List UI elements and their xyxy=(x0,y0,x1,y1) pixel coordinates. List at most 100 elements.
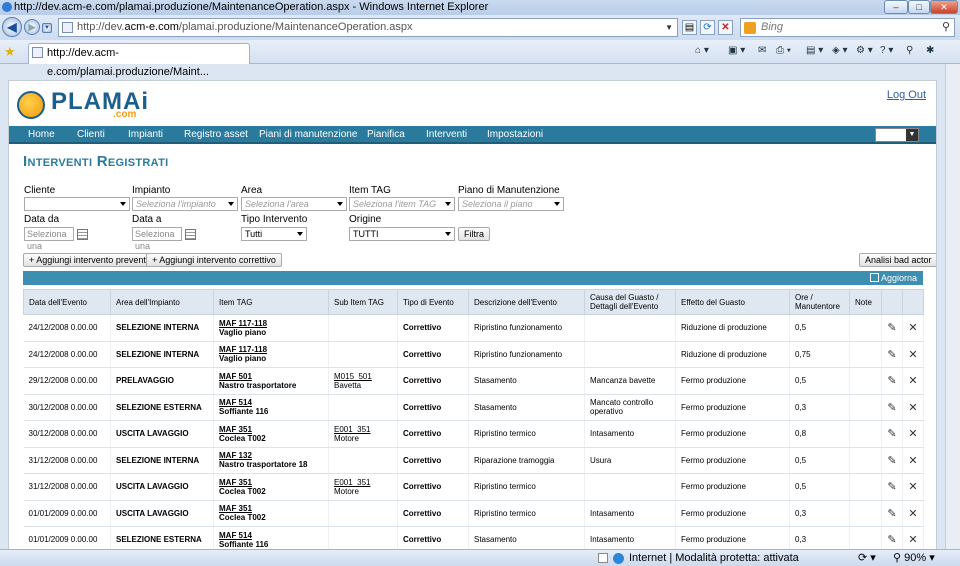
delete-icon[interactable]: ✕ xyxy=(908,534,917,546)
help-icon[interactable]: ? ▾ xyxy=(880,45,893,56)
nav-impianti[interactable]: Impianti xyxy=(128,126,163,144)
address-bar[interactable]: http://dev.acm-e.com/plamai.produzione/M… xyxy=(58,18,678,37)
table-row[interactable]: 24/12/2008 0.00.00 SELEZIONE INTERNA MAF 1… xyxy=(23,314,924,342)
tools-menu-icon[interactable]: ⚙ ▾ xyxy=(856,45,873,56)
nav-piani-manutenzione[interactable]: Piani di manutenzione xyxy=(259,126,357,144)
maximize-button[interactable]: □ xyxy=(908,0,930,14)
impianto-select[interactable]: Seleziona l'impianto xyxy=(132,197,238,211)
nav-pianifica[interactable]: Pianifica xyxy=(367,126,405,144)
favorites-star-icon[interactable]: ★ xyxy=(4,44,16,60)
vertical-scrollbar[interactable] xyxy=(945,64,960,549)
edit-icon[interactable]: ✎ xyxy=(887,322,896,334)
item-tag-select[interactable]: Seleziona l'item TAG xyxy=(349,197,455,211)
stop-icon[interactable]: ✕ xyxy=(718,20,733,35)
column-header[interactable]: Item TAG xyxy=(213,289,329,315)
table-row[interactable]: 31/12/2008 0.00.00 USCITA LAVAGGIO MAF 351… xyxy=(23,473,924,501)
nav-clienti[interactable]: Clienti xyxy=(77,126,105,144)
column-header[interactable]: Note xyxy=(849,289,882,315)
plamai-logo[interactable]: PLAMAi .com xyxy=(15,87,155,123)
print-icon[interactable]: ⎙ ▾ xyxy=(776,45,791,56)
calendar-icon[interactable] xyxy=(185,229,196,240)
area-select[interactable]: Seleziona l'area xyxy=(241,197,347,211)
address-dropdown-icon[interactable]: ▼ xyxy=(665,19,673,36)
back-icon[interactable]: ◀ xyxy=(2,17,22,37)
protected-mode-icon[interactable]: ⟳ ▾ xyxy=(858,550,876,566)
data-da-input[interactable]: Seleziona una xyxy=(24,227,74,251)
page-menu-icon[interactable]: ▤ ▾ xyxy=(806,45,823,56)
filtra-button[interactable]: Filtra xyxy=(458,227,490,241)
forward-icon[interactable]: ▶ xyxy=(24,19,40,35)
history-dropdown-icon[interactable]: ▼ xyxy=(42,23,52,33)
item-tag-link[interactable]: MAF 117-118 xyxy=(219,319,267,328)
bad-actor-button[interactable]: Analisi bad actor xyxy=(859,253,936,267)
minimize-button[interactable]: – xyxy=(884,0,908,14)
table-row[interactable]: 30/12/2008 0.00.00 USCITA LAVAGGIO MAF 351… xyxy=(23,420,924,448)
column-header[interactable]: Data dell'Evento xyxy=(23,289,111,315)
home-icon[interactable]: ⌂ ▾ xyxy=(695,45,709,56)
sub-item-tag-link[interactable]: E001_351 xyxy=(334,425,370,434)
data-a-input[interactable]: Seleziona una xyxy=(132,227,182,251)
delete-icon[interactable]: ✕ xyxy=(908,508,917,520)
research-icon[interactable]: ⚲ xyxy=(906,45,913,56)
table-row[interactable]: 01/01/2009 0.00.00 SELEZIONE ESTERNA MAF 5… xyxy=(23,526,924,549)
edit-icon[interactable]: ✎ xyxy=(887,508,896,520)
item-tag-link[interactable]: MAF 117-118 xyxy=(219,345,267,354)
add-correttivo-button[interactable]: + Aggiungi intervento correttivo xyxy=(146,253,282,267)
edit-icon[interactable]: ✎ xyxy=(887,534,896,546)
item-tag-link[interactable]: MAF 514 xyxy=(219,531,252,540)
sub-item-tag-link[interactable]: E001_351 xyxy=(334,478,370,487)
column-header[interactable]: Effetto del Guasto xyxy=(675,289,790,315)
column-header[interactable]: Ore / Manutentore xyxy=(789,289,850,315)
sub-item-tag-link[interactable]: M015_501 xyxy=(334,372,372,381)
column-header[interactable]: Causa del Guasto / Dettagli dell'Evento xyxy=(584,289,676,315)
edit-icon[interactable]: ✎ xyxy=(887,349,896,361)
delete-icon[interactable]: ✕ xyxy=(908,375,917,387)
column-header[interactable]: Sub Item TAG xyxy=(328,289,398,315)
delete-icon[interactable]: ✕ xyxy=(908,322,917,334)
search-input[interactable]: Bing ⚲ xyxy=(740,18,955,37)
cliente-select[interactable] xyxy=(24,197,130,211)
nav-home[interactable]: Home xyxy=(28,126,55,144)
aggiorna-button[interactable]: Aggiorna xyxy=(869,273,917,283)
item-tag-link[interactable]: MAF 501 xyxy=(219,372,252,381)
nav-interventi[interactable]: Interventi xyxy=(426,126,467,144)
search-icon[interactable]: ⚲ xyxy=(942,19,950,36)
nav-registro-asset[interactable]: Registro asset xyxy=(184,126,248,144)
delete-icon[interactable]: ✕ xyxy=(908,455,917,467)
refresh-icon[interactable]: ⟳ xyxy=(700,20,715,35)
item-tag-link[interactable]: MAF 351 xyxy=(219,504,252,513)
table-row[interactable]: 29/12/2008 0.00.00 PRELAVAGGIO MAF 501 Nast… xyxy=(23,367,924,395)
edit-icon[interactable]: ✎ xyxy=(887,455,896,467)
zoom-control[interactable]: ⚲ 90% ▾ xyxy=(893,550,935,566)
logout-link[interactable]: Log Out xyxy=(887,89,926,101)
edit-icon[interactable]: ✎ xyxy=(887,428,896,440)
compatibility-icon[interactable]: ▤ xyxy=(682,20,697,35)
delete-icon[interactable]: ✕ xyxy=(908,349,917,361)
close-window-button[interactable]: ✕ xyxy=(930,0,958,14)
bluetooth-icon[interactable]: ✱ xyxy=(926,45,934,56)
table-row[interactable]: 30/12/2008 0.00.00 SELEZIONE ESTERNA MAF 5… xyxy=(23,394,924,421)
item-tag-link[interactable]: MAF 351 xyxy=(219,425,252,434)
feeds-icon[interactable]: ▣ ▾ xyxy=(728,45,745,56)
nav-impostazioni[interactable]: Impostazioni xyxy=(487,126,543,144)
delete-icon[interactable]: ✕ xyxy=(908,481,917,493)
delete-icon[interactable]: ✕ xyxy=(908,428,917,440)
column-header[interactable]: Descrizione dell'Evento xyxy=(468,289,585,315)
language-select[interactable]: Italiano ▼ xyxy=(875,128,919,143)
piano-select[interactable]: Seleziona il piano xyxy=(458,197,564,211)
mail-icon[interactable]: ✉ xyxy=(758,45,766,56)
edit-icon[interactable]: ✎ xyxy=(887,402,896,414)
edit-icon[interactable]: ✎ xyxy=(887,375,896,387)
table-row[interactable]: 31/12/2008 0.00.00 SELEZIONE INTERNA MAF 1… xyxy=(23,447,924,474)
tab-current[interactable]: http://dev.acm-e.com/plamai.produzione/M… xyxy=(28,43,250,78)
item-tag-link[interactable]: MAF 351 xyxy=(219,478,252,487)
item-tag-link[interactable]: MAF 132 xyxy=(219,451,252,460)
tipo-intervento-select[interactable]: Tutti xyxy=(241,227,307,241)
delete-icon[interactable]: ✕ xyxy=(908,402,917,414)
column-header[interactable]: Area dell'Impianto xyxy=(110,289,214,315)
table-row[interactable]: 01/01/2009 0.00.00 USCITA LAVAGGIO MAF 351… xyxy=(23,500,924,527)
safety-menu-icon[interactable]: ◈ ▾ xyxy=(832,45,848,56)
origine-select[interactable]: TUTTI xyxy=(349,227,455,241)
item-tag-link[interactable]: MAF 514 xyxy=(219,398,252,407)
table-row[interactable]: 24/12/2008 0.00.00 SELEZIONE INTERNA MAF 1… xyxy=(23,341,924,368)
